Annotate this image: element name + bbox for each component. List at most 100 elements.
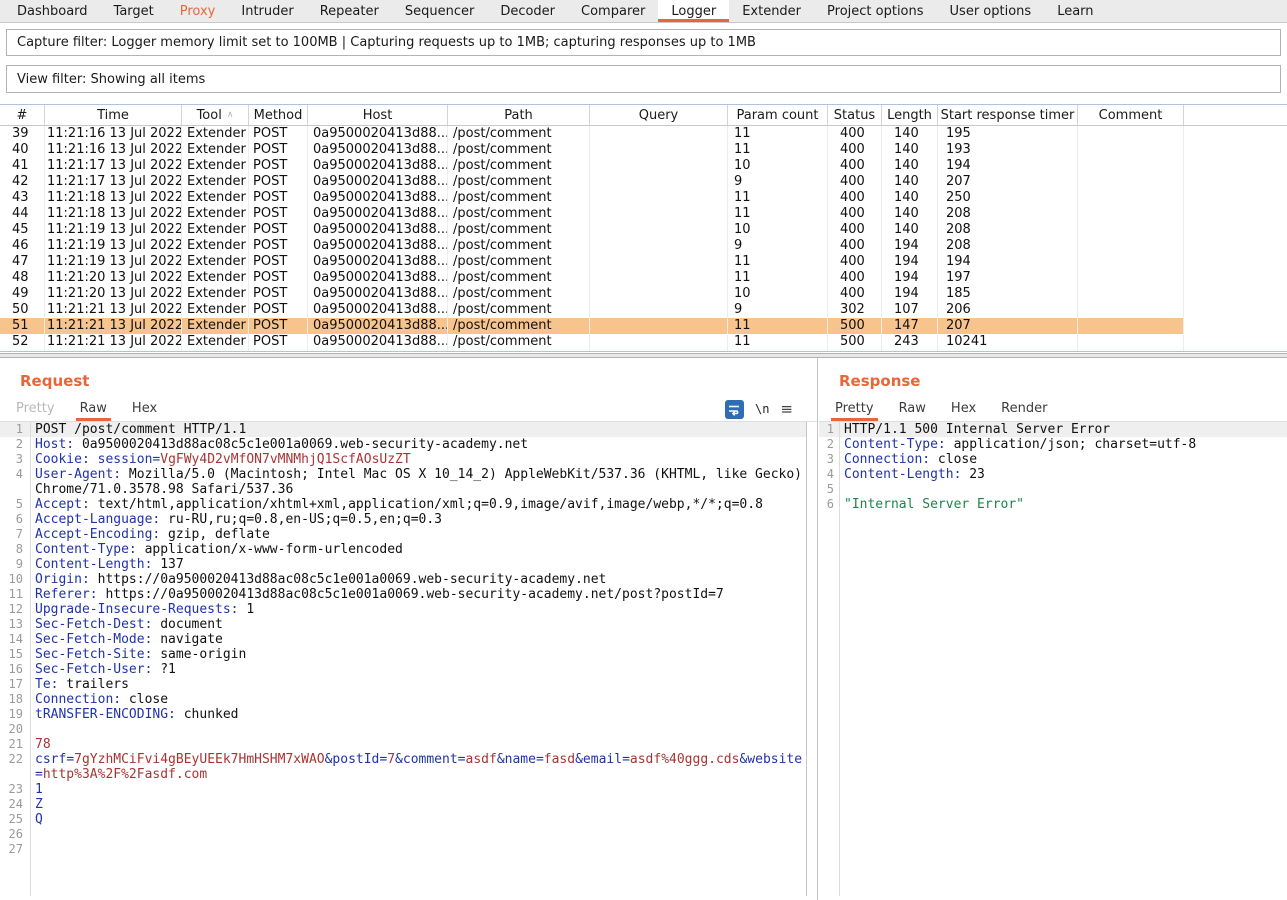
line-text: 78 bbox=[30, 737, 806, 752]
line-number: 23 bbox=[0, 782, 30, 797]
cell-method: POST bbox=[249, 286, 308, 302]
menu-item-repeater[interactable]: Repeater bbox=[307, 0, 392, 22]
cell-path: /post/comment bbox=[448, 238, 590, 254]
cell-tool: Extender bbox=[182, 302, 249, 318]
column-header-param-count[interactable]: Param count bbox=[728, 105, 828, 125]
request-title: Request bbox=[20, 372, 89, 390]
table-row[interactable]: 5211:21:21 13 Jul 2022ExtenderPOST0a9500… bbox=[0, 334, 1184, 350]
menu-item-decoder[interactable]: Decoder bbox=[487, 0, 568, 22]
cell-length: 140 bbox=[882, 222, 938, 238]
menu-item-extender[interactable]: Extender bbox=[729, 0, 814, 22]
cell-status: 400 bbox=[828, 238, 882, 254]
line-text: "Internal Server Error" bbox=[839, 497, 1287, 512]
menu-item-sequencer[interactable]: Sequencer bbox=[392, 0, 487, 22]
line-text: User-Agent: Mozilla/5.0 (Macintosh; Inte… bbox=[30, 467, 806, 497]
cell-time: 11:21:16 13 Jul 2022 bbox=[45, 126, 182, 142]
cell-comment bbox=[1078, 158, 1184, 174]
cell-status: 500 bbox=[828, 350, 882, 352]
cell-length: 194 bbox=[882, 270, 938, 286]
table-row[interactable]: 4111:21:17 13 Jul 2022ExtenderPOST0a9500… bbox=[0, 158, 1184, 174]
cell-comment bbox=[1078, 174, 1184, 190]
cell-comment bbox=[1078, 318, 1184, 334]
table-row-selected[interactable]: 5111:21:21 13 Jul 2022ExtenderPOST0a9500… bbox=[0, 318, 1184, 334]
table-row[interactable]: 4911:21:20 13 Jul 2022ExtenderPOST0a9500… bbox=[0, 286, 1184, 302]
menu-item-project-options[interactable]: Project options bbox=[814, 0, 937, 22]
cell-method: POST bbox=[249, 350, 308, 352]
column-header-tool[interactable]: Tool∧ bbox=[182, 105, 249, 125]
cell-tool: Extender bbox=[182, 270, 249, 286]
column-header-query[interactable]: Query bbox=[590, 105, 728, 125]
cell-query bbox=[590, 350, 728, 352]
response-tab-raw[interactable]: Raw bbox=[899, 396, 926, 421]
code-line: 18Connection: close bbox=[0, 692, 806, 707]
view-filter-bar[interactable]: View filter: Showing all items bbox=[6, 65, 1281, 93]
menu-item-target[interactable]: Target bbox=[101, 0, 167, 22]
code-line: 4Content-Length: 23 bbox=[819, 467, 1287, 482]
cell-query bbox=[590, 190, 728, 206]
cell-comment bbox=[1078, 222, 1184, 238]
cell-param-count: 11 bbox=[728, 206, 828, 222]
code-line: 17Te: trailers bbox=[0, 677, 806, 692]
cell-tool: Extender bbox=[182, 142, 249, 158]
column-header-[interactable]: # bbox=[0, 105, 45, 125]
column-header-status[interactable]: Status bbox=[828, 105, 882, 125]
table-row[interactable]: 4311:21:18 13 Jul 2022ExtenderPOST0a9500… bbox=[0, 190, 1184, 206]
response-tab-render[interactable]: Render bbox=[1001, 396, 1047, 421]
code-line: 9Content-Length: 137 bbox=[0, 557, 806, 572]
cell-comment bbox=[1078, 238, 1184, 254]
menu-item-intruder[interactable]: Intruder bbox=[228, 0, 306, 22]
code-line: 24Z bbox=[0, 797, 806, 812]
response-tab-pretty[interactable]: Pretty bbox=[835, 396, 874, 421]
cell-host: 0a9500020413d88... bbox=[308, 190, 448, 206]
request-editor[interactable]: 1POST /post/comment HTTP/1.12Host: 0a950… bbox=[0, 422, 807, 896]
response-tab-hex[interactable]: Hex bbox=[951, 396, 976, 421]
table-row[interactable]: 5311:21:22 13 Jul 2022ExtenderPOST0a9500… bbox=[0, 350, 1184, 352]
code-line: 15Sec-Fetch-Site: same-origin bbox=[0, 647, 806, 662]
column-header-path[interactable]: Path bbox=[448, 105, 590, 125]
column-header-host[interactable]: Host bbox=[308, 105, 448, 125]
menu-item-logger[interactable]: Logger bbox=[658, 0, 729, 22]
cell-length: 147 bbox=[882, 318, 938, 334]
column-header-length[interactable]: Length bbox=[882, 105, 938, 125]
cell-method: POST bbox=[249, 254, 308, 270]
request-tab-pretty[interactable]: Pretty bbox=[16, 396, 55, 421]
editor-menu-icon[interactable]: ≡ bbox=[780, 400, 793, 418]
table-row[interactable]: 3911:21:16 13 Jul 2022ExtenderPOST0a9500… bbox=[0, 126, 1184, 142]
line-number: 14 bbox=[0, 632, 30, 647]
menu-item-dashboard[interactable]: Dashboard bbox=[4, 0, 101, 22]
response-panel: Response PrettyRawHexRender 1HTTP/1.1 50… bbox=[819, 358, 1287, 900]
column-label: # bbox=[17, 108, 28, 123]
menu-item-proxy[interactable]: Proxy bbox=[167, 0, 229, 22]
column-header-time[interactable]: Time bbox=[45, 105, 182, 125]
request-tab-raw[interactable]: Raw bbox=[80, 396, 107, 421]
table-body: 3911:21:16 13 Jul 2022ExtenderPOST0a9500… bbox=[0, 126, 1184, 352]
cell-method: POST bbox=[249, 302, 308, 318]
table-row[interactable]: 4011:21:16 13 Jul 2022ExtenderPOST0a9500… bbox=[0, 142, 1184, 158]
cell-: 50 bbox=[0, 302, 45, 318]
newline-toggle-button[interactable]: \n bbox=[755, 402, 769, 416]
table-row[interactable]: 4811:21:20 13 Jul 2022ExtenderPOST0a9500… bbox=[0, 270, 1184, 286]
response-editor[interactable]: 1HTTP/1.1 500 Internal Server Error2Cont… bbox=[819, 422, 1287, 896]
column-header-method[interactable]: Method bbox=[249, 105, 308, 125]
column-header-start-response-timer[interactable]: Start response timer bbox=[938, 105, 1078, 125]
capture-filter-bar[interactable]: Capture filter: Logger memory limit set … bbox=[6, 29, 1281, 56]
code-line: 16Sec-Fetch-User: ?1 bbox=[0, 662, 806, 677]
menu-item-learn[interactable]: Learn bbox=[1044, 0, 1106, 22]
table-row[interactable]: 4511:21:19 13 Jul 2022ExtenderPOST0a9500… bbox=[0, 222, 1184, 238]
cell-query bbox=[590, 254, 728, 270]
table-row[interactable]: 5011:21:21 13 Jul 2022ExtenderPOST0a9500… bbox=[0, 302, 1184, 318]
column-header-comment[interactable]: Comment bbox=[1078, 105, 1184, 125]
menu-item-comparer[interactable]: Comparer bbox=[568, 0, 658, 22]
table-row[interactable]: 4611:21:19 13 Jul 2022ExtenderPOST0a9500… bbox=[0, 238, 1184, 254]
line-text: Sec-Fetch-Site: same-origin bbox=[30, 647, 806, 662]
table-row[interactable]: 4211:21:17 13 Jul 2022ExtenderPOST0a9500… bbox=[0, 174, 1184, 190]
cell-start-response-timer: 207 bbox=[938, 318, 1078, 334]
request-tab-hex[interactable]: Hex bbox=[132, 396, 157, 421]
menu-item-user-options[interactable]: User options bbox=[937, 0, 1045, 22]
table-row[interactable]: 4711:21:19 13 Jul 2022ExtenderPOST0a9500… bbox=[0, 254, 1184, 270]
word-wrap-toggle-button[interactable] bbox=[725, 400, 744, 419]
line-text bbox=[30, 842, 806, 857]
code-line: 1HTTP/1.1 500 Internal Server Error bbox=[819, 422, 1287, 437]
table-row[interactable]: 4411:21:18 13 Jul 2022ExtenderPOST0a9500… bbox=[0, 206, 1184, 222]
code-line: 27 bbox=[0, 842, 806, 857]
